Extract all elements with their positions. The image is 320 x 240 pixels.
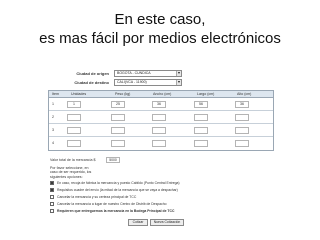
slide-title: En este caso, es mas fácil por medios el… <box>0 10 320 48</box>
table-row: 2 <box>49 111 273 124</box>
column-header: Item <box>52 92 59 96</box>
grid-header: Item Unidades Peso (kg) Ancho (cm) Largo… <box>49 91 273 98</box>
package-grid: Item Unidades Peso (kg) Ancho (cm) Largo… <box>48 90 274 151</box>
units-input[interactable] <box>67 127 81 134</box>
weight-input[interactable] <box>111 114 125 121</box>
table-row: 4 <box>49 137 273 150</box>
checkbox[interactable] <box>50 181 54 185</box>
destination-label: Ciudad de destino <box>74 80 109 85</box>
height-input[interactable] <box>235 114 249 121</box>
quote-button[interactable]: Cotizar <box>128 219 148 226</box>
quote-form: Ciudad de origen BOGOTA - CUNDICA ▼ Ciud… <box>48 66 274 228</box>
height-input[interactable] <box>235 127 249 134</box>
width-input[interactable] <box>152 140 166 147</box>
column-header: Unidades <box>71 92 87 96</box>
option-label: Cancelar la mercancía y su certeza princ… <box>57 194 137 199</box>
checkbox[interactable] <box>50 209 54 213</box>
length-input[interactable] <box>194 127 208 134</box>
slide-title-line-1: En este caso, <box>114 11 206 28</box>
origin-row: Ciudad de origen BOGOTA - CUNDICA ▼ <box>48 70 274 77</box>
new-quote-button[interactable]: Nueva Cotización <box>150 219 184 226</box>
options-instructions: Por favor seleccione, en caso de ser req… <box>50 166 274 179</box>
row-number: 4 <box>52 141 54 145</box>
destination-value: CALI(VCA - 11900) <box>117 80 147 84</box>
width-input[interactable] <box>152 127 166 134</box>
declared-value-label: Valor total de la mercancía $ <box>50 158 96 162</box>
row-number: 3 <box>52 128 54 132</box>
declared-value-row: Valor total de la mercancía $ 5000 <box>50 157 274 163</box>
option-label: En caso, recoja de fábrica la mercancía … <box>57 180 180 185</box>
width-input[interactable]: 36 <box>152 101 166 108</box>
option-packaging[interactable]: Requisitos cuadre del envío (la mitad de… <box>50 188 250 194</box>
chevron-down-icon: ▼ <box>176 71 181 76</box>
width-input[interactable] <box>152 114 166 121</box>
weight-input[interactable]: 25 <box>111 101 125 108</box>
option-main-warehouse[interactable]: Requieren que entreguemos la mercancía e… <box>50 209 250 215</box>
origin-label: Ciudad de origen <box>76 71 109 76</box>
column-header: Alto (cm) <box>237 92 252 96</box>
slide-title-line-2: es mas fácil por medios electrónicos <box>39 30 281 47</box>
option-main-office[interactable]: Cancelar la mercancía y su certeza princ… <box>50 195 250 201</box>
length-input[interactable] <box>194 140 208 147</box>
option-label: Requieren que entreguemos la mercancía e… <box>57 208 175 213</box>
column-header: Largo (cm) <box>197 92 215 96</box>
chevron-down-icon: ▼ <box>176 80 181 85</box>
destination-row: Ciudad de destino CALI(VCA - 11900) ▼ <box>48 79 274 86</box>
instruction-line: siguientes opciones: <box>50 174 83 179</box>
table-row: 1 1 25 36 56 36 <box>49 98 273 111</box>
table-row: 3 <box>49 124 273 137</box>
weight-input[interactable] <box>111 127 125 134</box>
column-header: Peso (kg) <box>115 92 131 96</box>
form-actions: Cotizar Nueva Cotización <box>50 219 274 226</box>
row-number: 2 <box>52 115 54 119</box>
units-input[interactable] <box>67 114 81 121</box>
units-input[interactable] <box>67 140 81 147</box>
origin-select[interactable]: BOGOTA - CUNDICA ▼ <box>114 70 182 77</box>
destination-select[interactable]: CALI(VCA - 11900) ▼ <box>114 79 182 86</box>
weight-input[interactable] <box>111 140 125 147</box>
option-label: Cancelar la mercancía a lugar de nuestro… <box>57 201 167 206</box>
length-input[interactable]: 56 <box>194 101 208 108</box>
option-pickup[interactable]: En caso, recoja de fábrica la mercancía … <box>50 181 250 187</box>
checkbox[interactable] <box>50 202 54 206</box>
option-distribution-center[interactable]: Cancelar la mercancía a lugar de nuestro… <box>50 202 250 208</box>
option-label: Requisitos cuadre del envío (la mitad de… <box>57 187 178 192</box>
column-header: Ancho (cm) <box>153 92 172 96</box>
height-input[interactable] <box>235 140 249 147</box>
origin-value: BOGOTA - CUNDICA <box>117 71 151 75</box>
checkbox[interactable] <box>50 195 54 199</box>
declared-value-input[interactable]: 5000 <box>106 157 120 163</box>
length-input[interactable] <box>194 114 208 121</box>
height-input[interactable]: 36 <box>235 101 249 108</box>
row-number: 1 <box>52 102 54 106</box>
checkbox[interactable] <box>50 188 54 192</box>
units-input[interactable]: 1 <box>67 101 81 108</box>
